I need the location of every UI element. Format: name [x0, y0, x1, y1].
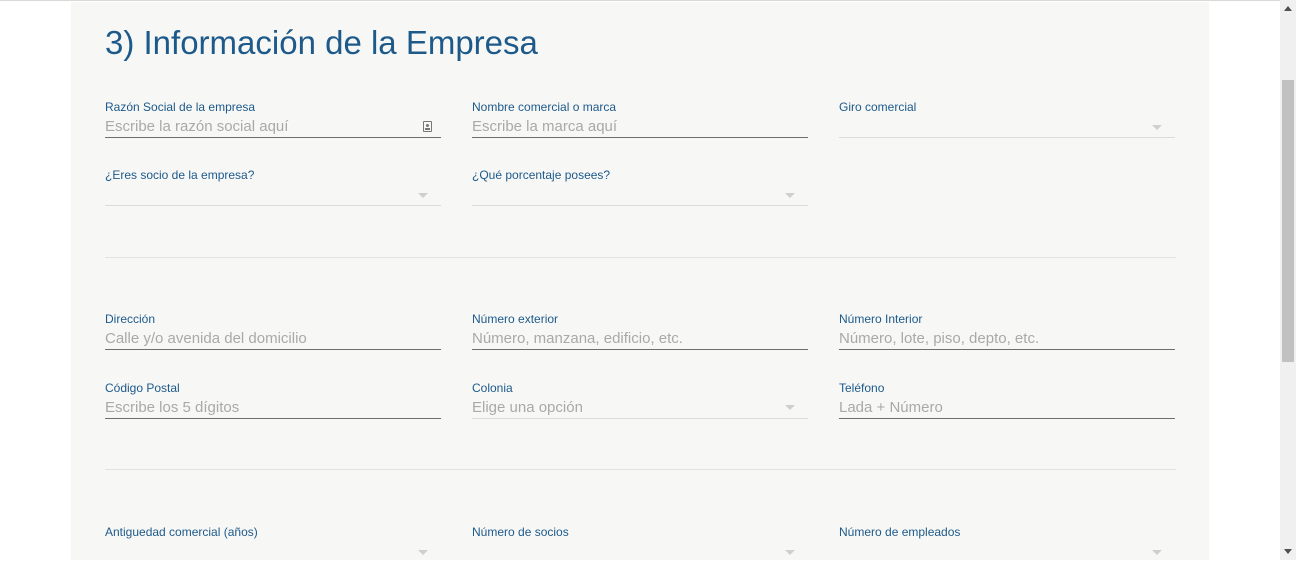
numero-empleados-select[interactable]: Número de empleados — [839, 525, 1175, 569]
numero-interior-input[interactable]: Número, lote, piso, depto, etc. — [839, 330, 1039, 347]
section-title: 3) Información de la Empresa — [105, 24, 538, 61]
codigo-postal-label: Código Postal — [105, 381, 180, 395]
nombre-comercial-input[interactable]: Escribe la marca aquí — [472, 118, 617, 135]
direccion-underline — [105, 349, 441, 350]
antiguedad-label: Antiguedad comercial (años) — [105, 525, 258, 539]
telefono-input[interactable]: Lada + Número — [839, 399, 943, 416]
section-divider — [105, 257, 1176, 258]
numero-socios-select[interactable]: Número de socios — [472, 525, 808, 569]
colonia-placeholder[interactable]: Elige una opción — [472, 399, 583, 416]
giro-comercial-label: Giro comercial — [839, 100, 917, 114]
porcentaje-label: ¿Qué porcentaje posees? — [472, 168, 611, 182]
codigo-postal-field[interactable]: Código Postal Escribe los 5 dígitos — [105, 381, 441, 425]
scroll-up-arrow-icon[interactable] — [1284, 6, 1292, 11]
contact-card-icon — [423, 121, 432, 132]
section-divider — [105, 469, 1176, 470]
colonia-select[interactable]: Colonia Elige una opción — [472, 381, 808, 425]
numero-exterior-field[interactable]: Número exterior Número, manzana, edifici… — [472, 312, 808, 356]
numero-interior-label: Número Interior — [839, 312, 923, 326]
codigo-postal-input[interactable]: Escribe los 5 dígitos — [105, 399, 239, 416]
giro-comercial-select[interactable]: Giro comercial — [839, 100, 1175, 144]
telefono-label: Teléfono — [839, 381, 885, 395]
colonia-label: Colonia — [472, 381, 513, 395]
numero-exterior-input[interactable]: Número, manzana, edificio, etc. — [472, 330, 683, 347]
chevron-down-icon[interactable] — [1152, 125, 1162, 130]
nombre-comercial-field[interactable]: Nombre comercial o marca Escribe la marc… — [472, 100, 808, 144]
chevron-down-icon[interactable] — [785, 405, 795, 410]
nombre-comercial-underline — [472, 137, 808, 138]
form-panel — [71, 2, 1209, 560]
numero-interior-underline — [839, 349, 1175, 350]
chevron-down-icon[interactable] — [1152, 550, 1162, 555]
colonia-underline — [472, 418, 808, 419]
codigo-postal-underline — [105, 418, 441, 419]
razon-social-label: Razón Social de la empresa — [105, 100, 256, 114]
vertical-scrollbar[interactable] — [1280, 0, 1296, 560]
chevron-down-icon[interactable] — [785, 550, 795, 555]
scroll-down-arrow-icon[interactable] — [1284, 549, 1292, 554]
direccion-label: Dirección — [105, 312, 156, 326]
numero-empleados-label: Número de empleados — [839, 525, 961, 539]
top-border — [0, 0, 1280, 1]
razon-social-field[interactable]: Razón Social de la empresa Escribe la ra… — [105, 100, 441, 144]
chevron-down-icon[interactable] — [418, 550, 428, 555]
porcentaje-underline — [472, 205, 808, 206]
scrollbar-thumb[interactable] — [1282, 80, 1294, 362]
direccion-input[interactable]: Calle y/o avenida del domicilio — [105, 330, 307, 347]
razon-social-underline — [105, 137, 441, 138]
chevron-down-icon[interactable] — [785, 193, 795, 198]
nombre-comercial-label: Nombre comercial o marca — [472, 100, 617, 114]
telefono-field[interactable]: Teléfono Lada + Número — [839, 381, 1175, 425]
chevron-down-icon[interactable] — [418, 193, 428, 198]
numero-exterior-underline — [472, 349, 808, 350]
direccion-field[interactable]: Dirección Calle y/o avenida del domicili… — [105, 312, 441, 356]
porcentaje-select[interactable]: ¿Qué porcentaje posees? — [472, 168, 808, 212]
antiguedad-select[interactable]: Antiguedad comercial (años) — [105, 525, 441, 569]
telefono-underline — [839, 418, 1175, 419]
giro-comercial-underline — [839, 137, 1175, 138]
razon-social-input[interactable]: Escribe la razón social aquí — [105, 118, 288, 135]
numero-socios-label: Número de socios — [472, 525, 569, 539]
numero-interior-field[interactable]: Número Interior Número, lote, piso, dept… — [839, 312, 1175, 356]
eres-socio-label: ¿Eres socio de la empresa? — [105, 168, 255, 182]
numero-exterior-label: Número exterior — [472, 312, 559, 326]
eres-socio-underline — [105, 205, 441, 206]
eres-socio-select[interactable]: ¿Eres socio de la empresa? — [105, 168, 441, 212]
